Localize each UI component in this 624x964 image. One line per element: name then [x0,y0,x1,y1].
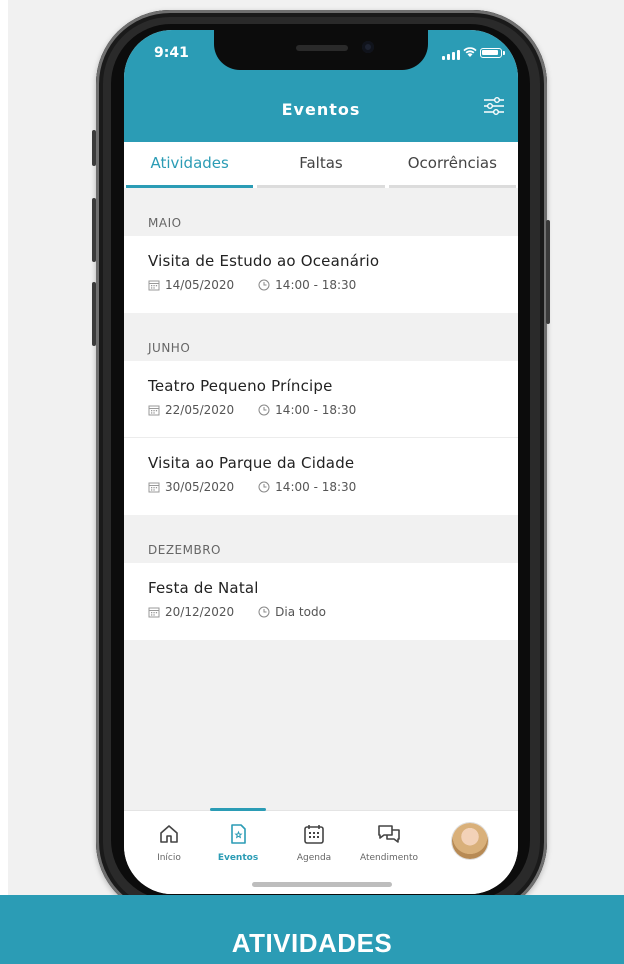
tab-faltas[interactable]: Faltas [255,142,386,188]
battery-icon [480,48,502,58]
calendar-icon [148,482,160,493]
speaker [296,45,348,51]
nav-eventos[interactable]: Eventos [203,823,273,863]
front-camera [362,41,374,53]
calendar-icon [304,825,324,844]
app-header: 9:41 Eventos [124,30,518,142]
calendar-icon [148,405,160,416]
wifi-icon [463,47,477,57]
list-item[interactable]: Visita de Estudo ao Oceanário 14/05/2020… [124,236,518,313]
status-time: 9:41 [154,45,189,61]
events-list: MAIO Visita de Estudo ao Oceanário 14/05… [124,188,518,640]
caption-text: ATIVIDADES [231,928,393,958]
event-time: 14:00 - 18:30 [275,480,357,494]
page-title: Eventos [281,100,361,119]
active-tab-indicator [210,808,266,811]
tab-label: Atividades [150,154,229,172]
signal-icon [442,50,460,60]
calendar-icon [148,280,160,291]
nav-label: Atendimento [359,853,419,863]
tab-bar-top: Atividades Faltas Ocorrências [124,142,518,188]
volume-up-button [92,198,96,262]
nav-label: Eventos [217,853,259,863]
event-meta: 14/05/2020 14:00 - 18:30 [148,278,518,292]
mute-switch [92,130,96,166]
event-date: 20/12/2020 [165,605,235,619]
section-header-dezembro: DEZEMBRO [124,515,518,563]
clock-icon [258,404,270,416]
tab-ocorrencias[interactable]: Ocorrências [387,142,518,188]
event-title: Teatro Pequeno Príncipe [148,377,333,395]
clock-icon [258,606,270,618]
nav-label: Início [157,853,181,863]
event-date: 22/05/2020 [165,403,235,417]
nav-inicio[interactable]: Início [134,823,204,863]
section-header-junho: JUNHO [124,313,518,361]
nav-atendimento[interactable]: Atendimento [354,823,424,863]
calendar-icon [148,607,160,618]
event-meta: 30/05/2020 14:00 - 18:30 [148,480,518,494]
home-icon [160,825,178,843]
tab-label: Ocorrências [407,154,497,172]
list-item[interactable]: Visita ao Parque da Cidade 30/05/2020 14… [124,438,518,515]
event-title: Visita ao Parque da Cidade [148,454,355,472]
home-indicator [252,882,392,887]
avatar[interactable] [452,823,488,859]
events-icon [231,824,246,844]
nav-label: Agenda [296,853,332,863]
event-time: 14:00 - 18:30 [275,278,357,292]
filter-icon[interactable] [483,95,505,117]
tab-atividades[interactable]: Atividades [124,142,255,188]
event-time: Dia todo [275,605,326,619]
tab-label: Faltas [299,154,343,172]
section-header-maio: MAIO [124,188,518,236]
clock-icon [258,481,270,493]
power-button [546,220,550,324]
battery-cap [503,51,505,55]
event-date: 14/05/2020 [165,278,235,292]
list-item[interactable]: Festa de Natal 20/12/2020 Dia todo [124,563,518,640]
event-time: 14:00 - 18:30 [275,403,357,417]
app-screen: 9:41 Eventos Atividades Faltas Ocorrênci… [124,30,518,894]
event-date: 30/05/2020 [165,480,235,494]
list-item[interactable]: Teatro Pequeno Príncipe 22/05/2020 14:00… [124,361,518,438]
event-meta: 20/12/2020 Dia todo [148,605,518,619]
chat-icon [378,825,400,843]
nav-agenda[interactable]: Agenda [279,823,349,863]
clock-icon [258,279,270,291]
event-title: Visita de Estudo ao Oceanário [148,252,380,270]
event-title: Festa de Natal [148,579,259,597]
volume-down-button [92,282,96,346]
event-meta: 22/05/2020 14:00 - 18:30 [148,403,518,417]
